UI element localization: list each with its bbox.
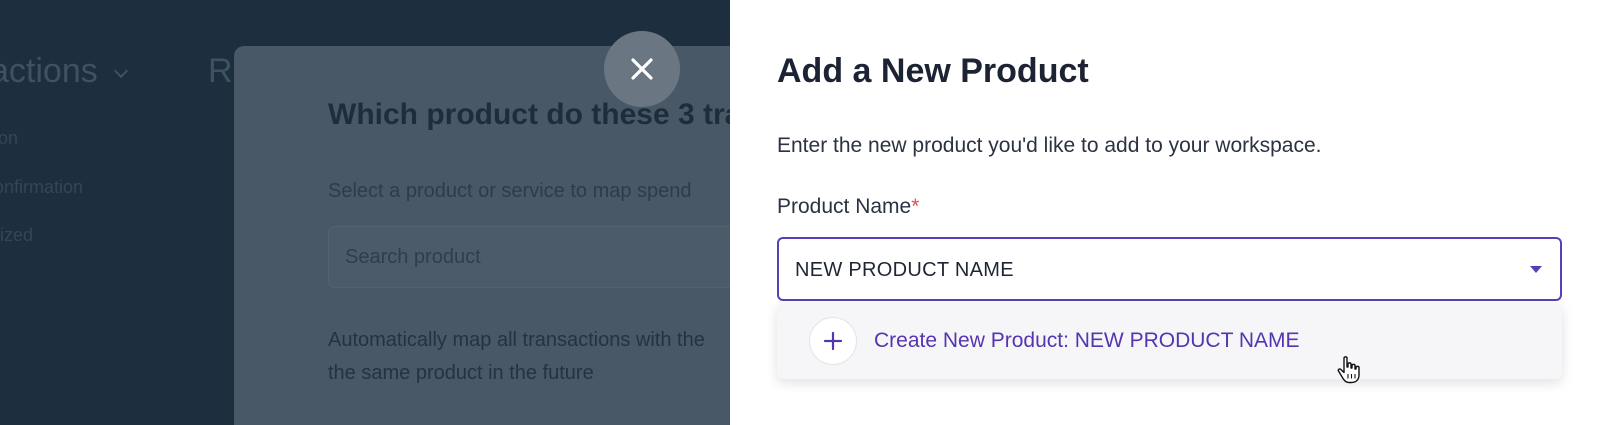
required-marker: * bbox=[911, 195, 920, 218]
auto-map-line-1: Automatically map all transactions with … bbox=[328, 329, 705, 351]
product-name-label-text: Product Name bbox=[777, 195, 912, 218]
hand-pointer-icon bbox=[1337, 356, 1360, 384]
background-search-input: Search product bbox=[328, 226, 730, 288]
background-nav-item: ion bbox=[0, 128, 19, 148]
background-search-placeholder: Search product bbox=[345, 246, 481, 268]
background-auto-map-text: Automatically map all transactions with … bbox=[328, 324, 705, 390]
close-panel-button[interactable] bbox=[604, 31, 680, 107]
add-product-button[interactable] bbox=[809, 317, 857, 365]
add-product-panel: Add a New Product Enter the new product … bbox=[730, 0, 1600, 425]
product-name-value[interactable]: NEW PRODUCT NAME bbox=[795, 259, 1014, 282]
caret-down-icon[interactable] bbox=[1530, 266, 1542, 273]
background-page-title-secondary: R bbox=[208, 52, 233, 90]
background-page-title: actions bbox=[0, 52, 98, 90]
panel-description: Enter the new product you'd like to add … bbox=[777, 134, 1322, 157]
background-nav-item: onfirmation bbox=[0, 177, 84, 197]
create-product-option[interactable]: Create New Product: NEW PRODUCT NAME bbox=[777, 303, 1562, 379]
auto-map-line-2: the same product in the future bbox=[328, 362, 594, 384]
background-modal-subtitle: Select a product or service to map spend bbox=[328, 180, 692, 202]
create-product-option-label[interactable]: Create New Product: NEW PRODUCT NAME bbox=[874, 329, 1300, 353]
background-modal-title: Which product do these 3 tra bbox=[328, 98, 730, 131]
panel-title: Add a New Product bbox=[777, 52, 1089, 90]
plus-icon bbox=[823, 331, 843, 351]
chevron-down-icon bbox=[113, 63, 129, 79]
product-name-label: Product Name* bbox=[777, 195, 919, 219]
close-icon bbox=[631, 58, 653, 80]
background-nav-item: rized bbox=[0, 225, 34, 245]
product-name-select[interactable]: NEW PRODUCT NAME bbox=[777, 237, 1562, 301]
